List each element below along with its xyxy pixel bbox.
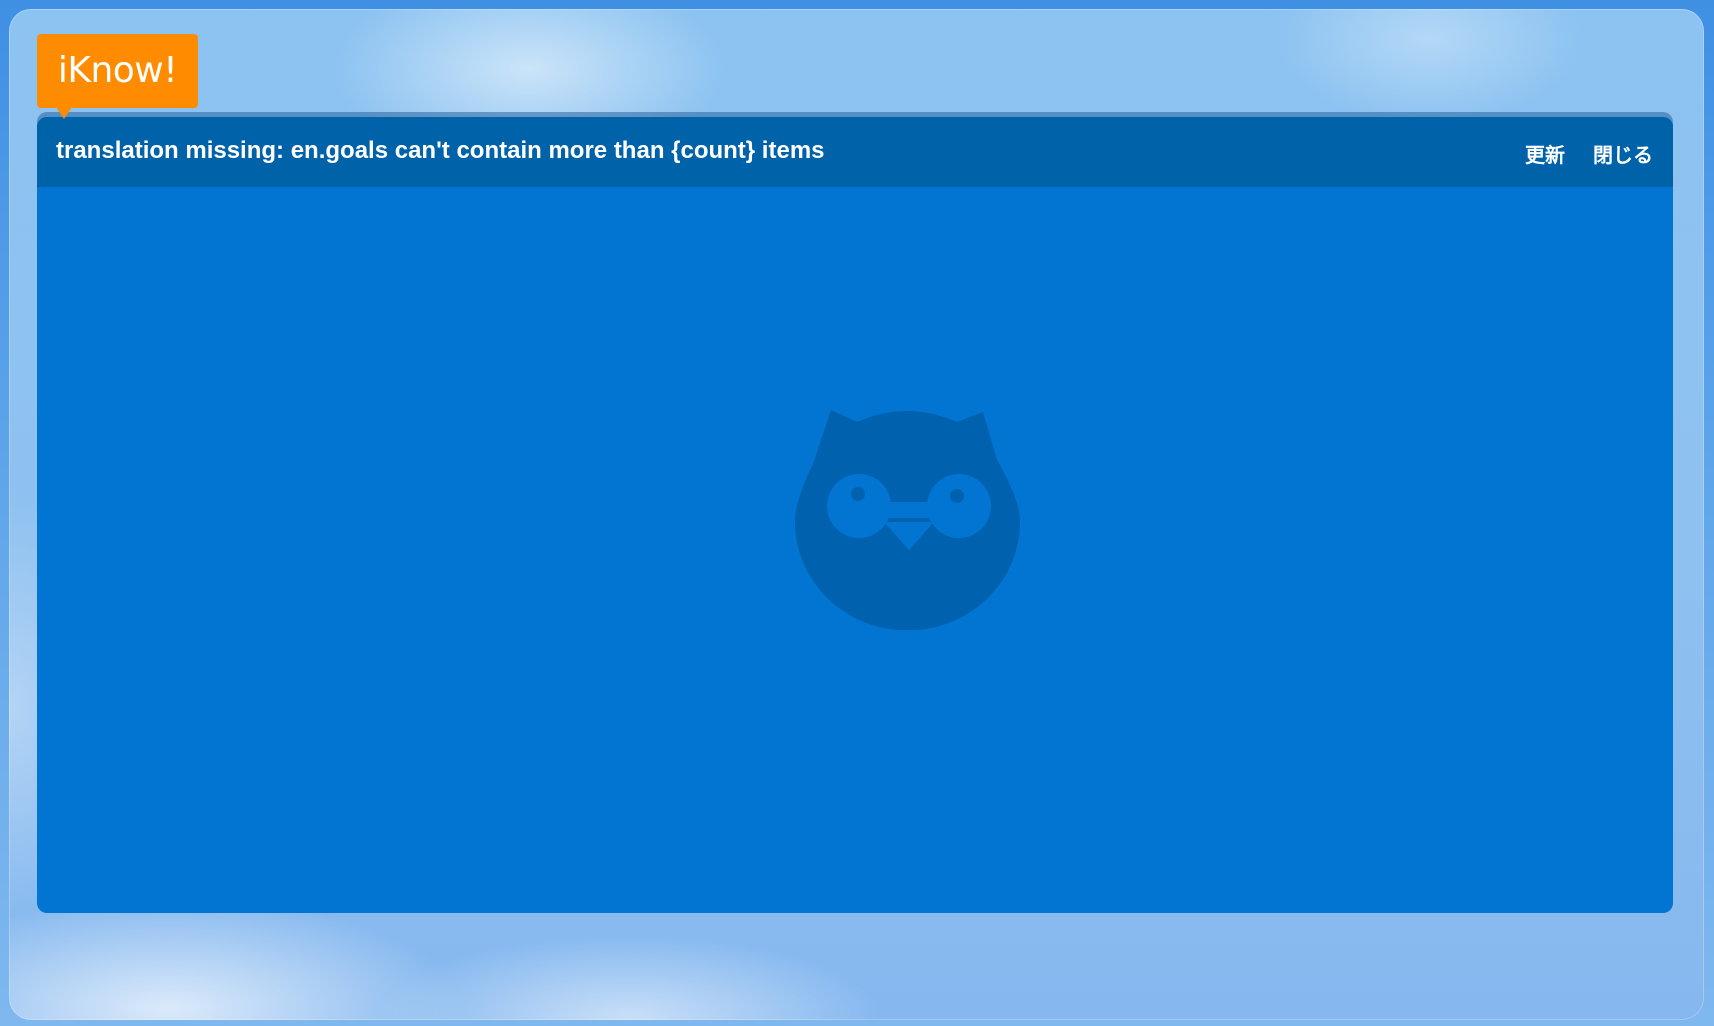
close-button[interactable]: 閉じる — [1593, 139, 1653, 168]
refresh-button[interactable]: 更新 — [1525, 139, 1565, 168]
panel-title: translation missing: en.goals can't cont… — [56, 137, 825, 164]
header-actions: 更新 閉じる — [1525, 139, 1653, 168]
iknow-logo[interactable]: iKnow! — [37, 34, 198, 119]
logo-badge-tail — [56, 107, 72, 119]
panel-header: translation missing: en.goals can't cont… — [37, 117, 1673, 187]
owl-icon — [795, 410, 1020, 630]
logo-text: iKnow! — [57, 50, 178, 91]
